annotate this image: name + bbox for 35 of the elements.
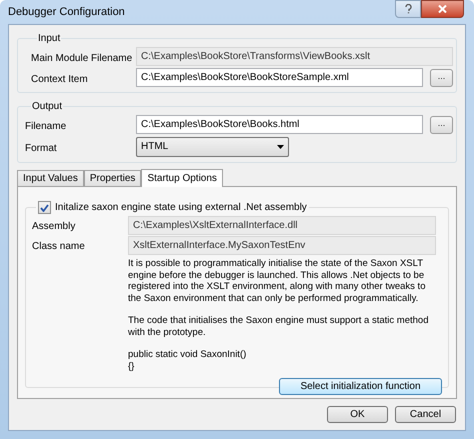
close-button[interactable] (421, 0, 464, 18)
field-label: Class name (32, 241, 85, 252)
field-label: Assembly (32, 221, 76, 232)
check-icon (40, 204, 49, 212)
field-label: Context Item (31, 74, 88, 84)
close-icon (438, 5, 447, 13)
text-field[interactable]: C:\Examples\BookStore\BookStoreSample.xml (136, 68, 423, 87)
select-function-button[interactable]: Select initialization function (279, 378, 442, 395)
tab[interactable]: Input Values (17, 170, 84, 186)
format-dropdown[interactable]: HTML (136, 136, 289, 156)
browse-button[interactable]: ... (430, 116, 453, 134)
help-icon (404, 4, 412, 14)
group-legend: Input (37, 31, 62, 46)
checkbox[interactable] (38, 201, 51, 214)
field-label: Main Module Filename (31, 52, 132, 64)
code-text: {} (128, 360, 136, 372)
browse-button[interactable]: ... (430, 68, 453, 86)
dialog-button[interactable]: OK (327, 406, 388, 423)
field-label: Filename (25, 120, 66, 132)
help-button[interactable] (395, 0, 421, 18)
dialog-button[interactable]: Cancel (395, 406, 456, 423)
tab[interactable]: Properties (84, 170, 142, 186)
code-text: public static void SaxonInit() (128, 349, 248, 360)
text-field[interactable]: XsltExternalInterface.MySaxonTestEnv (128, 236, 436, 254)
field-label: Format (25, 142, 57, 154)
tab[interactable]: Startup Options (141, 169, 223, 187)
group-legend: Output (31, 99, 64, 114)
dropdown-arrow-icon (277, 144, 284, 148)
text-field[interactable]: C:\Examples\BookStore\Transforms\ViewBooks.xslt (136, 47, 453, 66)
checkbox-label: Initalize saxon engine state using external .Net assembly (55, 201, 307, 215)
window-title: Debugger Configuration (8, 4, 126, 20)
description-text: It is possible to programmatically initialise the state of the Saxon XSLT engine before the debugger is launched. This allows .Net objects to be registered into the XSLT environment, along with many other tweaks to the Saxon environment that can only be performed programmatically. (128, 258, 426, 304)
text-field[interactable]: C:\Examples\XsltExternalInterface.dll (128, 216, 436, 234)
description-text: The code that initialises the Saxon engine must support a static method with the prototype. (128, 315, 430, 338)
text-field[interactable]: C:\Examples\BookStore\Books.html (136, 115, 423, 134)
